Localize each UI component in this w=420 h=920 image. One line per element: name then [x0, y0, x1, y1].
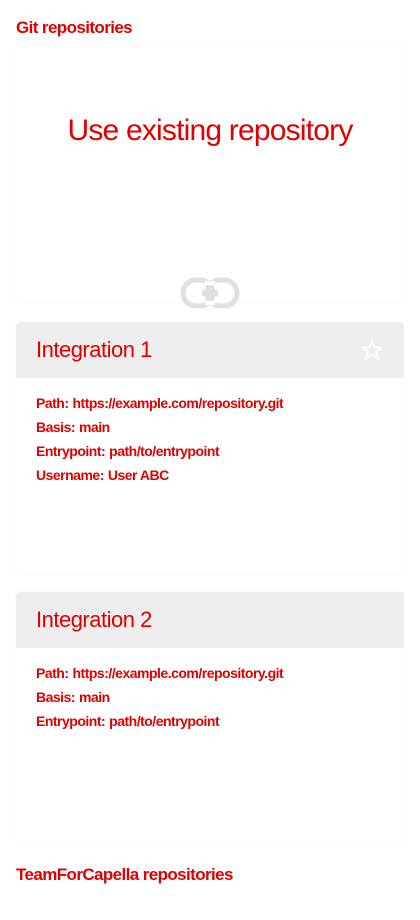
username-value: User ABC [107, 467, 169, 483]
basis-label: Basis: [36, 419, 76, 435]
basis-row: Basis: main [36, 415, 384, 439]
path-row: Path: https://example.com/repository.git [36, 661, 384, 685]
integration-card-1[interactable]: Integration 1 Path: https://example.com/r… [16, 322, 404, 574]
entrypoint-label: Entrypoint: [36, 713, 106, 729]
use-existing-repository-title: Use existing repository [67, 114, 353, 147]
username-label: Username: [36, 467, 104, 483]
basis-row: Basis: main [36, 685, 384, 709]
path-label: Path: [36, 665, 69, 681]
entrypoint-label: Entrypoint: [36, 443, 106, 459]
integration-details: Path: https://example.com/repository.git … [16, 648, 404, 733]
entrypoint-value: path/to/entrypoint [109, 713, 220, 729]
entrypoint-value: path/to/entrypoint [109, 443, 220, 459]
integration-card-header: Integration 2 [16, 592, 404, 648]
path-value: https://example.com/repository.git [72, 665, 284, 681]
entrypoint-row: Entrypoint: path/to/entrypoint [36, 709, 384, 733]
link-icon [180, 277, 240, 309]
git-repositories-page: Git repositories Use existing repository… [0, 0, 420, 920]
integration-card-2[interactable]: Integration 2 Path: https://example.com/r… [16, 592, 404, 844]
use-existing-repository-card[interactable]: Use existing repository [16, 44, 404, 309]
basis-label: Basis: [36, 689, 76, 705]
teamforcapella-repositories-heading: TeamForCapella repositories [16, 865, 233, 884]
path-label: Path: [36, 395, 69, 411]
git-repositories-heading: Git repositories [16, 18, 133, 37]
path-row: Path: https://example.com/repository.git [36, 391, 384, 415]
username-row: Username: User ABC [36, 463, 384, 487]
integration-name: Integration 1 [36, 337, 152, 362]
basis-value: main [79, 419, 110, 435]
basis-value: main [79, 689, 110, 705]
star-outline-icon[interactable] [360, 338, 384, 362]
path-value: https://example.com/repository.git [72, 395, 284, 411]
integration-name: Integration 2 [36, 607, 152, 632]
entrypoint-row: Entrypoint: path/to/entrypoint [36, 439, 384, 463]
integration-details: Path: https://example.com/repository.git … [16, 378, 404, 487]
integration-card-header: Integration 1 [16, 322, 404, 378]
